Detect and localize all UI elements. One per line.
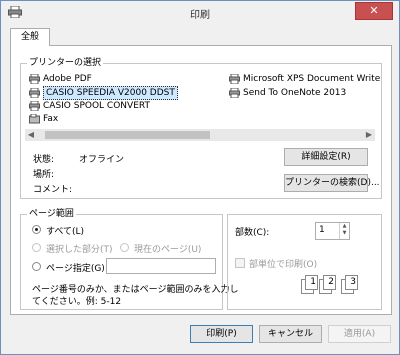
page-range-all-radio[interactable] [32, 225, 41, 234]
scroll-right-arrow-icon[interactable]: ▶ [363, 129, 375, 141]
copies-input[interactable]: 1 ▲ ▼ [315, 222, 350, 240]
tab-general[interactable]: 全般 [10, 28, 50, 46]
print-dialog: 印刷 ✕ 全般 プリンターの選択 Adobe PDF CASIO SPEEDIA… [0, 0, 400, 355]
preferences-button[interactable]: 詳細設定(R) [284, 148, 368, 166]
fax-icon [29, 114, 40, 124]
status-value: オフライン [79, 155, 125, 165]
printer-icon [29, 101, 40, 111]
page-range-group-label: ページ範囲 [27, 209, 76, 220]
collate-page-icon: 1 [305, 275, 318, 290]
printer-icon [229, 88, 240, 98]
printer-item-label: Adobe PDF [43, 74, 92, 84]
print-button[interactable]: 印刷(P) [190, 325, 253, 343]
apply-button[interactable]: 適用(A) [328, 325, 391, 343]
scrollbar-thumb[interactable] [45, 131, 210, 139]
printer-item-label: CASIO SPOOL CONVERT [43, 101, 150, 111]
page-range-selection-label[interactable]: 選択した部分(T) [46, 242, 113, 255]
printer-item-label: Send To OneNote 2013 [243, 88, 347, 98]
close-icon: ✕ [369, 4, 379, 17]
printer-list[interactable]: Adobe PDF CASIO SPEEDIA V2000 DDST CASIO… [25, 71, 380, 127]
printer-item-label: Fax [43, 114, 59, 124]
find-printer-button[interactable]: プリンターの検索(D)... [284, 174, 380, 192]
cancel-button[interactable]: キャンセル [259, 325, 322, 343]
copies-value: 1 [319, 225, 325, 235]
page-range-pages-label[interactable]: ページ指定(G): [46, 261, 108, 274]
collate-page-icon: 2 [323, 275, 336, 290]
page-range-current-radio[interactable] [120, 243, 129, 252]
collate-label[interactable]: 部単位で印刷(O) [249, 257, 317, 270]
page-range-help-text-2: てください。例: 5-12 [32, 297, 122, 307]
printer-icon [229, 74, 240, 84]
copies-label: 部数(C): [235, 228, 270, 238]
collate-checkbox[interactable] [235, 258, 245, 268]
page-range-current-label[interactable]: 現在のページ(U) [134, 242, 201, 255]
printer-icon [29, 88, 40, 98]
window-title: 印刷 [190, 10, 210, 21]
printer-list-scrollbar[interactable]: ◀ ▶ [25, 129, 375, 141]
printer-select-group-label: プリンターの選択 [27, 58, 104, 69]
printer-item-label: CASIO SPEEDIA V2000 DDST [43, 86, 178, 100]
close-button[interactable]: ✕ [355, 2, 393, 20]
printer-item-label: Microsoft XPS Document Write [243, 74, 381, 84]
status-label: 状態: [33, 155, 55, 165]
scroll-left-arrow-icon[interactable]: ◀ [25, 129, 37, 141]
stepper-down-icon[interactable]: ▼ [340, 230, 349, 237]
collate-page-icon: 3 [345, 275, 358, 290]
printer-icon [29, 74, 40, 84]
location-label: 場所: [33, 170, 55, 180]
page-range-pages-radio[interactable] [32, 262, 41, 271]
comment-label: コメント: [33, 185, 73, 195]
page-range-input[interactable] [106, 258, 216, 274]
title-bar[interactable]: 印刷 ✕ [1, 1, 399, 25]
page-range-selection-radio[interactable] [32, 243, 41, 252]
page-range-all-label[interactable]: すべて(L) [46, 224, 84, 237]
copies-stepper[interactable]: ▲ ▼ [339, 223, 349, 239]
stepper-up-icon[interactable]: ▲ [340, 223, 349, 230]
